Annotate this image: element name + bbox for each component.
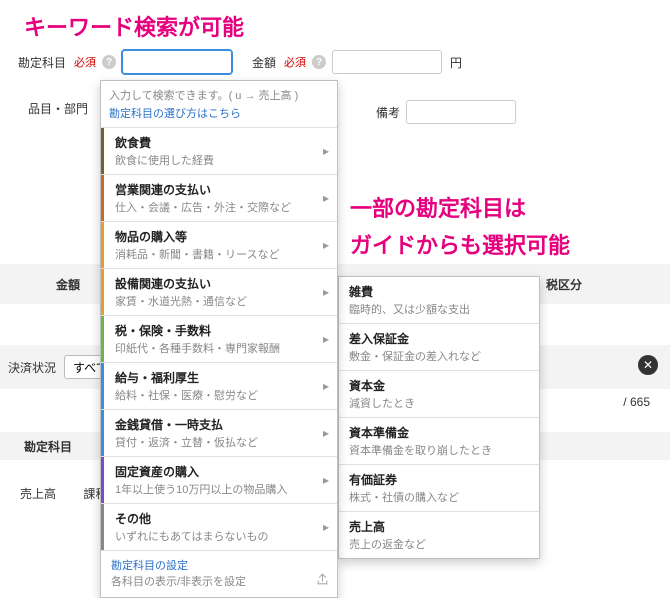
sub-item-desc: 売上の返金など: [349, 536, 529, 552]
account-category-item[interactable]: 設備関連の支払い 家賃・水道光熱・通信など ▸: [101, 268, 337, 315]
category-desc: いずれにもあてはまらないもの: [115, 528, 317, 544]
sub-item-desc: 株式・社債の購入など: [349, 489, 529, 505]
account-sub-item[interactable]: 資本準備金 資本準備金を取り崩したとき: [339, 418, 539, 465]
account-category-item[interactable]: 物品の購入等 消耗品・新聞・書籍・リースなど ▸: [101, 221, 337, 268]
account-category-item[interactable]: 給与・福利厚生 給料・社保・医療・慰労など ▸: [101, 362, 337, 409]
required-badge: 必須: [74, 54, 96, 70]
amount-label: 金額: [252, 54, 276, 71]
tax-column-header: 税区分: [536, 276, 592, 293]
account-sub-dropdown: 雑費 臨時的、又は少額な支出差入保証金 敷金・保証金の差入れなど資本金 減資した…: [338, 276, 540, 559]
category-title: 物品の購入等: [115, 228, 317, 245]
chevron-right-icon: ▸: [323, 285, 329, 299]
annotation-line: 一部の勘定科目は: [350, 190, 570, 227]
category-title: 税・保険・手数料: [115, 322, 317, 339]
account-sub-item[interactable]: 資本金 減資したとき: [339, 371, 539, 418]
category-desc: 1年以上使う10万円以上の物品購入: [115, 481, 317, 497]
chevron-right-icon: ▸: [323, 520, 329, 534]
amount-column-header: 金額: [46, 276, 90, 293]
required-badge: 必須: [284, 54, 306, 70]
sub-item-desc: 敷金・保証金の差入れなど: [349, 348, 529, 364]
close-icon[interactable]: ✕: [638, 355, 658, 375]
chevron-right-icon: ▸: [323, 426, 329, 440]
sub-item-title: 差入保証金: [349, 330, 529, 347]
category-desc: 仕入・会議・広告・外注・交際など: [115, 199, 317, 215]
category-title: 固定資産の購入: [115, 463, 317, 480]
category-title: 営業関連の支払い: [115, 181, 317, 198]
memo-input[interactable]: [406, 100, 516, 124]
account-settings-desc: 各科目の表示/非表示を設定: [111, 573, 246, 589]
chevron-right-icon: ▸: [323, 473, 329, 487]
settlement-label: 決済状況: [8, 359, 56, 376]
chevron-right-icon: ▸: [323, 144, 329, 158]
account-category-item[interactable]: 税・保険・手数料 印紙代・各種手数料・専門家報酬 ▸: [101, 315, 337, 362]
account-category-item[interactable]: 飲食費 飲食に使用した経費 ▸: [101, 127, 337, 174]
category-title: 給与・福利厚生: [115, 369, 317, 386]
account-dropdown: 入力して検索できます。( u → 売上高 ) 勘定科目の選び方はこちら 飲食費 …: [100, 80, 338, 598]
account-settings-link[interactable]: 勘定科目の設定: [111, 557, 246, 573]
share-icon[interactable]: [316, 573, 329, 589]
category-desc: 家賃・水道光熱・通信など: [115, 293, 317, 309]
help-icon[interactable]: ?: [102, 55, 116, 69]
category-title: 飲食費: [115, 134, 317, 151]
category-desc: 貸付・返済・立替・仮払など: [115, 434, 317, 450]
yen-label: 円: [450, 54, 462, 71]
annotation-guide-select: 一部の勘定科目は ガイドからも選択可能: [350, 190, 570, 265]
sub-item-title: 雑費: [349, 283, 529, 300]
sub-item-title: 売上高: [349, 518, 529, 535]
category-desc: 印紙代・各種手数料・専門家報酬: [115, 340, 317, 356]
annotation-keyword-search: キーワード検索が可能: [24, 10, 244, 42]
account-label: 勘定科目: [18, 54, 66, 71]
account-input[interactable]: [122, 50, 232, 74]
dropdown-hint: 入力して検索できます。( u → 売上高 ): [101, 81, 337, 103]
account-sub-item[interactable]: 有価証券 株式・社債の購入など: [339, 465, 539, 512]
chevron-right-icon: ▸: [323, 332, 329, 346]
sub-item-title: 資本準備金: [349, 424, 529, 441]
category-desc: 消耗品・新聞・書籍・リースなど: [115, 246, 317, 262]
account-category-item[interactable]: その他 いずれにもあてはまらないもの ▸: [101, 503, 337, 550]
guide-link[interactable]: 勘定科目の選び方はこちら: [101, 103, 337, 127]
sub-item-title: 有価証券: [349, 471, 529, 488]
account-sub-item[interactable]: 売上高 売上の返金など: [339, 512, 539, 558]
account-category-item[interactable]: 金銭貸借・一時支払 貸付・返済・立替・仮払など ▸: [101, 409, 337, 456]
bottom-cell: 売上高: [20, 487, 56, 501]
item-department-label: 品目・部門: [28, 100, 88, 117]
chevron-right-icon: ▸: [323, 238, 329, 252]
help-icon[interactable]: ?: [312, 55, 326, 69]
category-title: 金銭貸借・一時支払: [115, 416, 317, 433]
account-sub-item[interactable]: 差入保証金 敷金・保証金の差入れなど: [339, 324, 539, 371]
annotation-line: ガイドからも選択可能: [350, 227, 570, 264]
chevron-right-icon: ▸: [323, 191, 329, 205]
chevron-right-icon: ▸: [323, 379, 329, 393]
account-category-item[interactable]: 営業関連の支払い 仕入・会議・広告・外注・交際など ▸: [101, 174, 337, 221]
category-title: 設備関連の支払い: [115, 275, 317, 292]
amount-input[interactable]: [332, 50, 442, 74]
category-desc: 給料・社保・医療・慰労など: [115, 387, 317, 403]
memo-label: 備考: [376, 104, 400, 121]
category-desc: 飲食に使用した経費: [115, 152, 317, 168]
category-title: その他: [115, 510, 317, 527]
sub-item-desc: 減資したとき: [349, 395, 529, 411]
pager-info: / 665: [623, 395, 650, 409]
sub-item-title: 資本金: [349, 377, 529, 394]
sub-item-desc: 臨時的、又は少額な支出: [349, 301, 529, 317]
sub-item-desc: 資本準備金を取り崩したとき: [349, 442, 529, 458]
account-category-item[interactable]: 固定資産の購入 1年以上使う10万円以上の物品購入 ▸: [101, 456, 337, 503]
account-sub-item[interactable]: 雑費 臨時的、又は少額な支出: [339, 277, 539, 324]
